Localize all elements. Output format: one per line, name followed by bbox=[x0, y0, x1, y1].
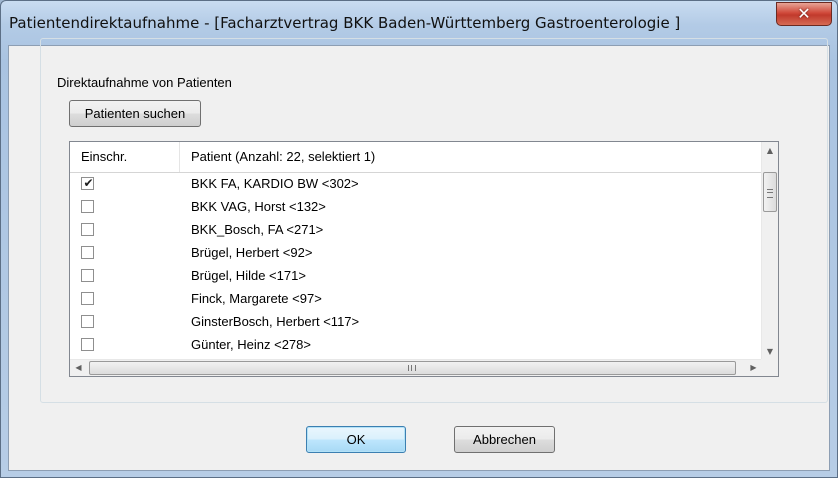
row-checkbox[interactable] bbox=[81, 200, 94, 213]
list-item[interactable]: GinsterBosch, Herbert <117> bbox=[70, 311, 762, 334]
vertical-scrollbar[interactable]: ▲ ▼ bbox=[761, 142, 778, 360]
close-icon: ✕ bbox=[797, 4, 811, 23]
window-title: Patientendirektaufnahme - [Facharztvertr… bbox=[9, 14, 681, 32]
patient-name: GinsterBosch, Herbert <117> bbox=[191, 314, 360, 329]
row-checkbox[interactable] bbox=[81, 292, 94, 305]
row-checkbox[interactable] bbox=[81, 246, 94, 259]
patient-name: BKK_Bosch, FA <271> bbox=[191, 222, 324, 237]
column-header-restriction[interactable]: Einschr. bbox=[70, 142, 180, 172]
scroll-down-icon[interactable]: ▼ bbox=[762, 343, 778, 360]
row-checkbox[interactable] bbox=[81, 269, 94, 282]
grip-icon bbox=[767, 189, 773, 198]
list-item[interactable]: ✔ BKK FA, KARDIO BW <302> bbox=[70, 173, 762, 196]
group-box-label: Direktaufnahme von Patienten bbox=[55, 75, 234, 90]
list-item[interactable]: BKK VAG, Horst <132> bbox=[70, 196, 762, 219]
patient-name: BKK FA, KARDIO BW <302> bbox=[191, 176, 359, 191]
patient-name: Günter, Heinz <278> bbox=[191, 337, 311, 352]
scroll-left-icon[interactable]: ◀ bbox=[70, 360, 87, 376]
row-checkbox[interactable] bbox=[81, 315, 94, 328]
list-item[interactable]: BKK_Bosch, FA <271> bbox=[70, 219, 762, 242]
vertical-scroll-thumb[interactable] bbox=[763, 172, 777, 212]
grip-icon bbox=[408, 365, 416, 371]
horizontal-scrollbar[interactable]: ◀ ▶ bbox=[70, 359, 762, 376]
scroll-up-icon[interactable]: ▲ bbox=[762, 142, 778, 159]
row-checkbox[interactable]: ✔ bbox=[81, 176, 94, 190]
list-item[interactable]: Brügel, Herbert <92> bbox=[70, 242, 762, 265]
list-item[interactable]: Finck, Margarete <97> bbox=[70, 288, 762, 311]
horizontal-scroll-thumb[interactable] bbox=[89, 361, 736, 375]
list-header: Einschr. Patient (Anzahl: 22, selektiert… bbox=[70, 142, 762, 173]
close-button[interactable]: ✕ bbox=[776, 2, 832, 26]
scrollbar-corner bbox=[761, 359, 778, 376]
search-patients-button[interactable]: Patienten suchen bbox=[69, 100, 201, 127]
patient-name: Brügel, Hilde <171> bbox=[191, 268, 306, 283]
patient-name: Brügel, Herbert <92> bbox=[191, 245, 313, 260]
patient-name: BKK VAG, Horst <132> bbox=[191, 199, 326, 214]
ok-button[interactable]: OK bbox=[306, 426, 406, 453]
checkmark-icon: ✔ bbox=[83, 176, 94, 190]
list-item[interactable]: Günter, Heinz <278> bbox=[70, 334, 762, 357]
row-checkbox[interactable] bbox=[81, 338, 94, 351]
row-checkbox[interactable] bbox=[81, 223, 94, 236]
list-item[interactable]: Brügel, Hilde <171> bbox=[70, 265, 762, 288]
cancel-button[interactable]: Abbrechen bbox=[454, 426, 555, 453]
scroll-right-icon[interactable]: ▶ bbox=[745, 360, 762, 376]
column-header-patient[interactable]: Patient (Anzahl: 22, selektiert 1) bbox=[180, 142, 762, 172]
patient-name: Finck, Margarete <97> bbox=[191, 291, 322, 306]
list-rows: ✔ BKK FA, KARDIO BW <302> BKK VAG, Horst… bbox=[70, 173, 762, 357]
patient-list[interactable]: Einschr. Patient (Anzahl: 22, selektiert… bbox=[69, 141, 779, 377]
